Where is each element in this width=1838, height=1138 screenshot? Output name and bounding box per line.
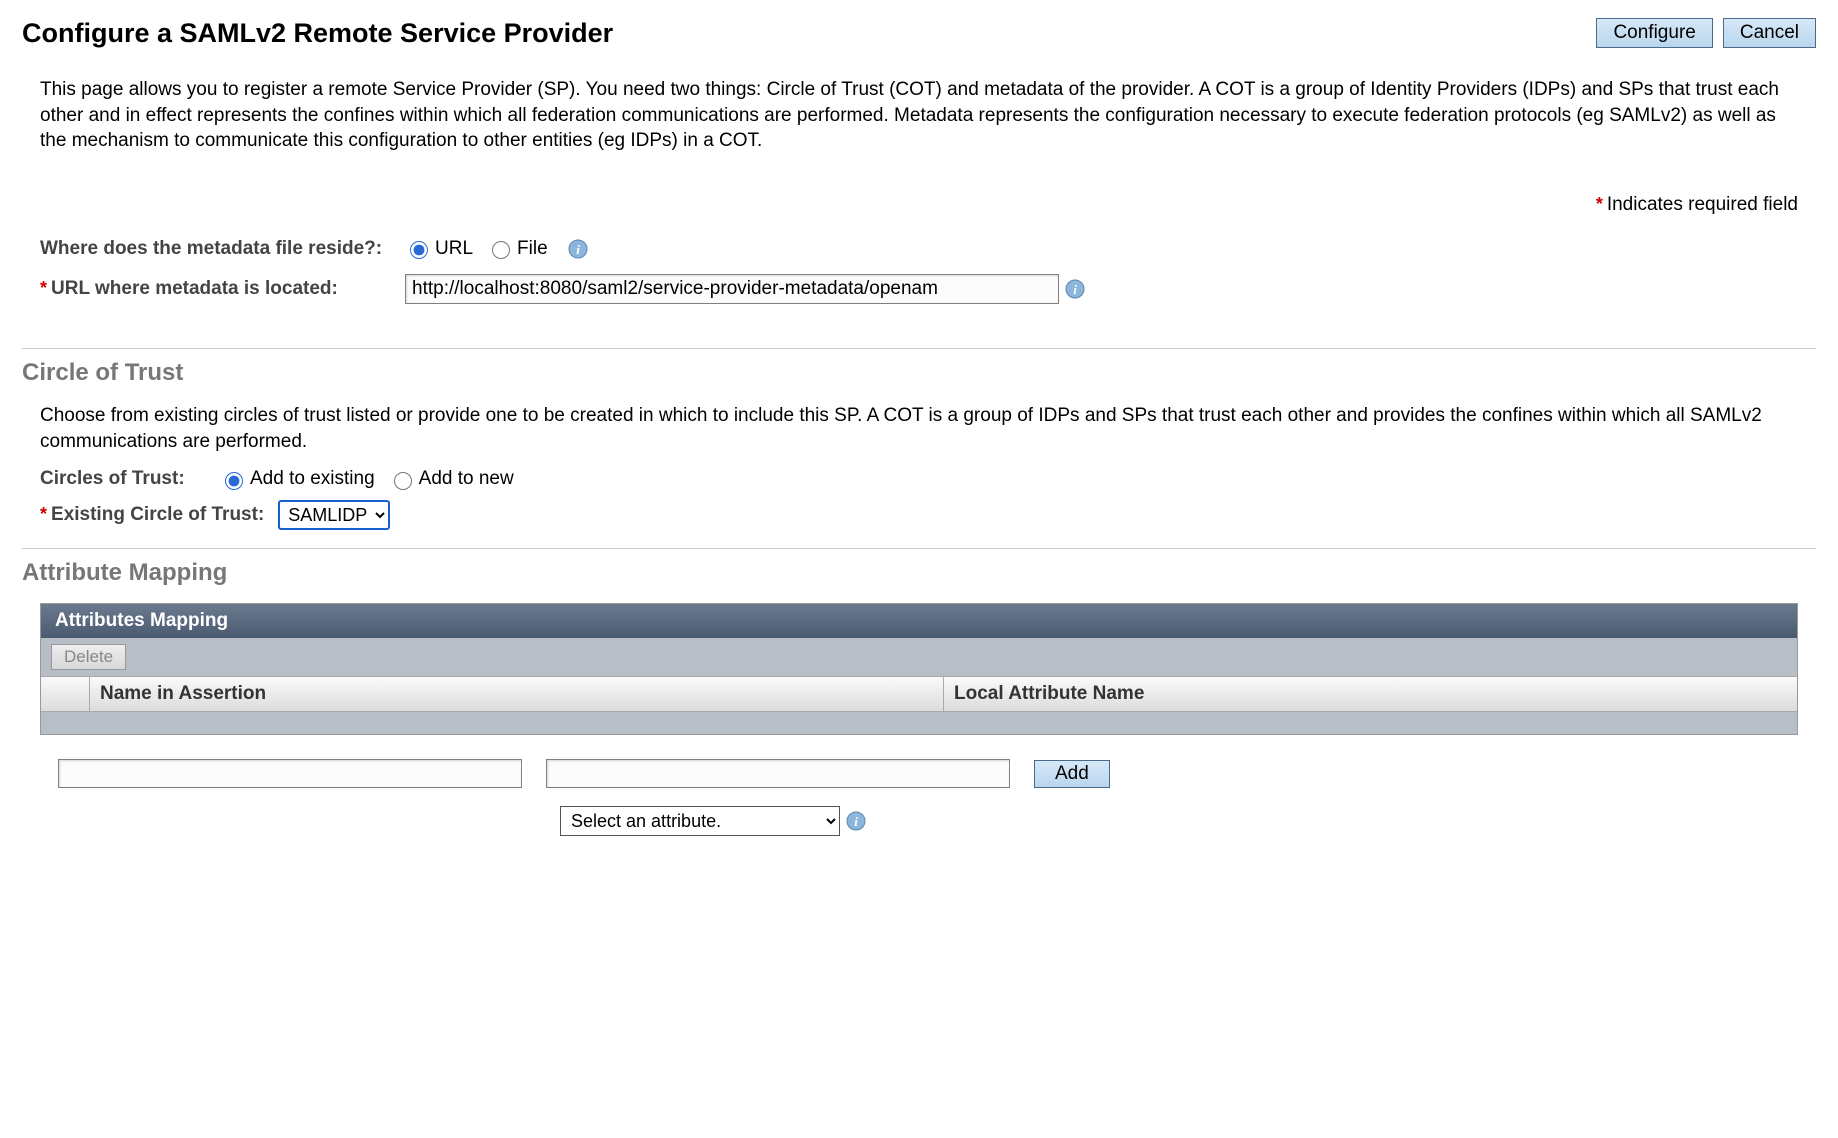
metadata-url-radio[interactable]: URL [405,238,473,260]
attributes-column-header: Name in Assertion Local Attribute Name [41,676,1797,712]
svg-text:i: i [854,814,858,829]
info-icon[interactable]: i [846,811,866,831]
asterisk-icon: * [1596,194,1603,214]
attributes-empty-body [41,712,1797,734]
asterisk-icon: * [40,504,47,524]
attributes-mapping-panel: Attributes Mapping Delete Name in Assert… [40,603,1798,735]
cot-heading: Circle of Trust [22,359,1816,387]
cot-description: Choose from existing circles of trust li… [40,403,1798,454]
name-in-assertion-input[interactable] [58,759,522,788]
required-indicator: *Indicates required field [40,194,1798,216]
add-button[interactable]: Add [1034,760,1110,788]
metadata-url-label: *URL where metadata is located: [40,278,405,300]
intro-text: This page allows you to register a remot… [40,77,1798,154]
asterisk-icon: * [40,278,47,298]
checkbox-column-spacer [41,677,90,711]
info-icon[interactable]: i [568,239,588,259]
attribute-select[interactable]: Select an attribute. [560,806,840,836]
col-name-in-assertion: Name in Assertion [90,677,944,711]
attributes-mapping-title: Attributes Mapping [41,604,1797,638]
existing-cot-select[interactable]: SAMLIDP [278,500,390,530]
delete-button[interactable]: Delete [51,644,126,670]
attr-mapping-heading: Attribute Mapping [22,559,1816,587]
col-local-attribute-name: Local Attribute Name [944,677,1797,711]
configure-button[interactable]: Configure [1596,18,1712,48]
cot-add-existing-radio[interactable]: Add to existing [220,468,375,490]
cot-add-new-radio[interactable]: Add to new [389,468,514,490]
svg-text:i: i [1073,282,1077,297]
cot-label: Circles of Trust: [40,468,220,490]
info-icon[interactable]: i [1065,279,1085,299]
metadata-url-input[interactable] [405,274,1059,304]
cancel-button[interactable]: Cancel [1723,18,1816,48]
action-buttons: Configure Cancel [1596,18,1816,48]
page-title: Configure a SAMLv2 Remote Service Provid… [22,18,613,49]
metadata-file-radio[interactable]: File [487,238,548,260]
existing-cot-label: *Existing Circle of Trust: [40,504,264,526]
metadata-where-label: Where does the metadata file reside?: [40,238,405,260]
svg-text:i: i [576,242,580,257]
local-attribute-name-input[interactable] [546,759,1010,788]
